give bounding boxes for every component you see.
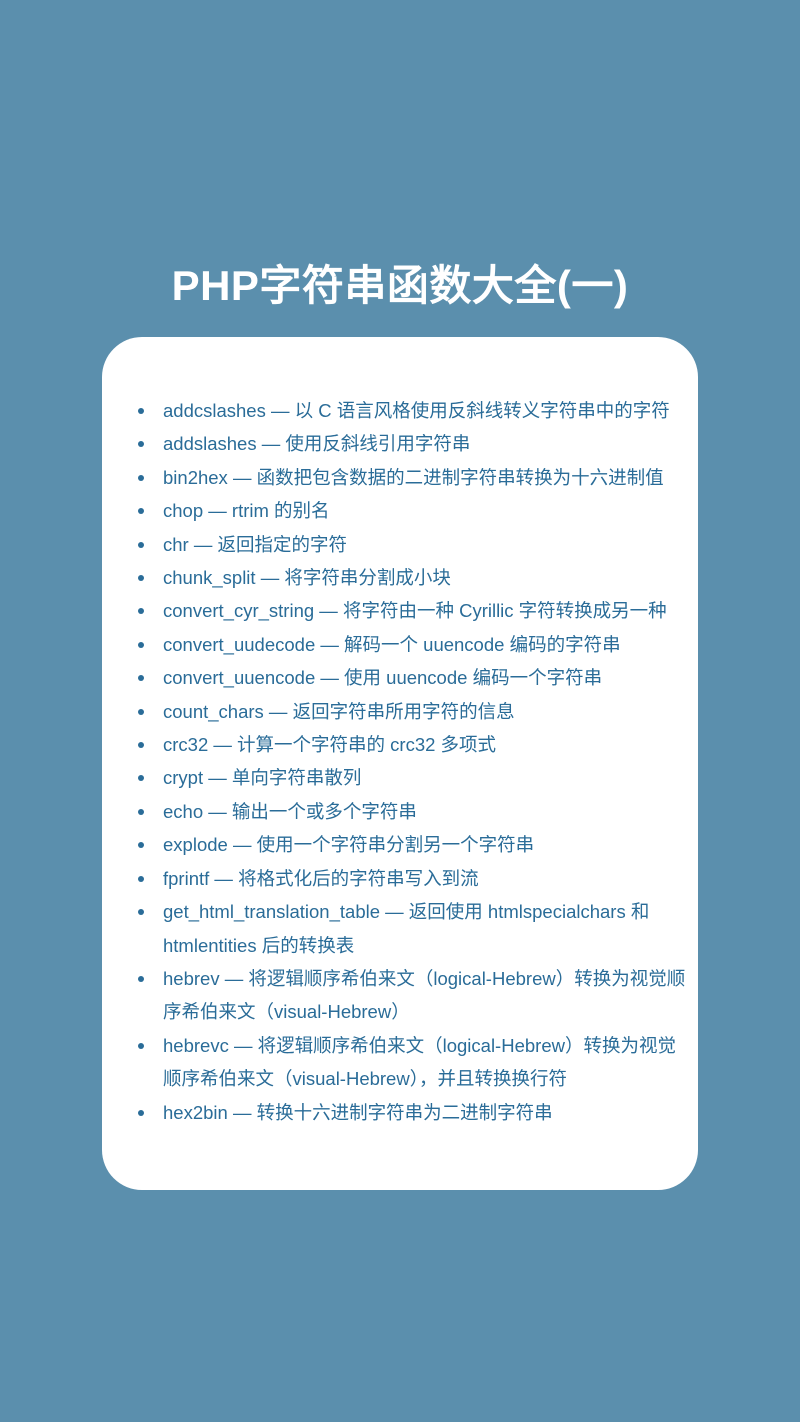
list-item: explode — 使用一个字符串分割另一个字符串: [138, 828, 692, 861]
list-item: echo — 输出一个或多个字符串: [138, 795, 692, 828]
function-description: 转换十六进制字符串为二进制字符串: [256, 1101, 553, 1123]
function-name: chr: [163, 533, 189, 555]
bullet-icon: [138, 641, 144, 648]
separator: —: [256, 433, 286, 455]
list-item: addslashes — 使用反斜线引用字符串: [138, 427, 692, 460]
bullet-icon: [138, 708, 144, 715]
function-name: explode: [163, 834, 228, 856]
list-item: count_chars — 返回字符串所用字符的信息: [138, 695, 692, 728]
function-description: rtrim 的别名: [231, 500, 330, 522]
list-item: convert_uuencode — 使用 uuencode 编码一个字符串: [138, 661, 692, 694]
separator: —: [209, 867, 239, 889]
bullet-icon: [138, 608, 144, 615]
function-name: count_chars: [163, 700, 264, 722]
list-item: bin2hex — 函数把包含数据的二进制字符串转换为十六进制值: [138, 461, 692, 494]
function-name: chunk_split: [163, 567, 256, 589]
function-description: 将格式化后的字符串写入到流: [238, 867, 479, 889]
separator: —: [219, 967, 249, 989]
separator: —: [263, 700, 293, 722]
bullet-icon: [138, 575, 144, 582]
list-item: hex2bin — 转换十六进制字符串为二进制字符串: [138, 1096, 692, 1129]
bullet-icon: [138, 775, 144, 782]
function-name: addcslashes: [163, 400, 266, 421]
function-list: addcslashes — 以 C 语言风格使用反斜线转义字符串中的字符 adds…: [138, 394, 692, 1129]
function-description: 函数把包含数据的二进制字符串转换为十六进制值: [256, 466, 664, 488]
function-name: convert_uuencode: [163, 667, 316, 689]
function-description: 以 C 语言风格使用反斜线转义字符串中的字符: [294, 400, 670, 421]
separator: —: [203, 800, 232, 822]
separator: —: [227, 1101, 257, 1123]
separator: —: [314, 600, 343, 622]
function-name: get_html_translation_table: [163, 901, 381, 923]
separator: —: [188, 533, 218, 555]
list-item: get_html_translation_table — 返回使用 htmlsp…: [138, 895, 692, 962]
separator: —: [265, 400, 295, 421]
function-description: 解码一个 uuencode 编码的字符串: [344, 633, 621, 655]
function-name: echo: [163, 800, 204, 822]
bullet-icon: [138, 808, 144, 815]
function-name: chop: [163, 500, 204, 522]
list-item: crypt — 单向字符串散列: [138, 761, 692, 794]
function-name: crypt: [163, 767, 204, 789]
function-description: 使用反斜线引用字符串: [285, 433, 471, 455]
bullet-icon: [138, 975, 144, 982]
list-item: convert_uudecode — 解码一个 uuencode 编码的字符串: [138, 628, 692, 661]
bullet-icon: [138, 875, 144, 882]
bullet-icon: [138, 909, 144, 916]
list-item: chunk_split — 将字符串分割成小块: [138, 561, 692, 594]
bullet-icon: [138, 1109, 144, 1116]
function-description: 使用 uuencode 编码一个字符串: [344, 667, 603, 689]
bullet-icon: [138, 675, 144, 682]
page-title: PHP字符串函数大全(一): [171, 262, 629, 309]
function-name: hex2bin: [163, 1101, 228, 1123]
list-item: crc32 — 计算一个字符串的 crc32 多项式: [138, 728, 692, 761]
separator: —: [203, 500, 232, 522]
function-name: hebrev: [163, 967, 220, 989]
function-name: convert_uudecode: [163, 633, 316, 655]
function-description: 计算一个字符串的 crc32 多项式: [237, 734, 497, 756]
list-item: chr — 返回指定的字符: [138, 528, 692, 561]
function-description: 返回指定的字符: [217, 533, 347, 555]
function-description: 将字符由一种 Cyrillic 字符转换成另一种: [342, 600, 667, 622]
function-description: 输出一个或多个字符串: [231, 800, 417, 822]
list-item: addcslashes — 以 C 语言风格使用反斜线转义字符串中的字符: [138, 394, 692, 427]
bullet-icon: [138, 742, 144, 749]
separator: —: [227, 834, 257, 856]
function-name: addslashes: [163, 433, 257, 455]
bullet-icon: [138, 1042, 144, 1049]
bullet-icon: [138, 541, 144, 548]
function-description: 返回字符串所用字符的信息: [292, 700, 515, 722]
list-item: fprintf — 将格式化后的字符串写入到流: [138, 862, 692, 895]
separator: —: [315, 633, 345, 655]
function-name: crc32: [163, 734, 209, 756]
list-item: hebrev — 将逻辑顺序希伯来文（logical-Hebrew）转换为视觉顺…: [138, 962, 692, 1029]
bullet-icon: [138, 842, 144, 849]
bullet-icon: [138, 408, 144, 414]
list-item: chop — rtrim 的别名: [138, 494, 692, 527]
list-item: convert_cyr_string — 将字符由一种 Cyrillic 字符转…: [138, 594, 692, 627]
list-item: hebrevc — 将逻辑顺序希伯来文（logical-Hebrew）转换为视觉…: [138, 1029, 692, 1096]
function-name: bin2hex: [163, 466, 228, 488]
function-description: 使用一个字符串分割另一个字符串: [256, 834, 535, 856]
bullet-icon: [138, 474, 144, 481]
bullet-icon: [138, 441, 144, 448]
separator: —: [380, 901, 409, 923]
separator: —: [255, 567, 285, 589]
function-list-card: addcslashes — 以 C 语言风格使用反斜线转义字符串中的字符 adds…: [102, 337, 698, 1190]
function-name: fprintf: [163, 867, 210, 889]
separator: —: [203, 767, 232, 789]
separator: —: [208, 734, 238, 756]
separator: —: [315, 667, 345, 689]
function-description: 将字符串分割成小块: [284, 567, 451, 589]
bullet-icon: [138, 508, 144, 515]
separator: —: [228, 1034, 258, 1056]
function-name: hebrevc: [163, 1034, 229, 1056]
function-description: 单向字符串散列: [231, 767, 362, 789]
separator: —: [227, 466, 257, 488]
function-name: convert_cyr_string: [163, 600, 315, 622]
